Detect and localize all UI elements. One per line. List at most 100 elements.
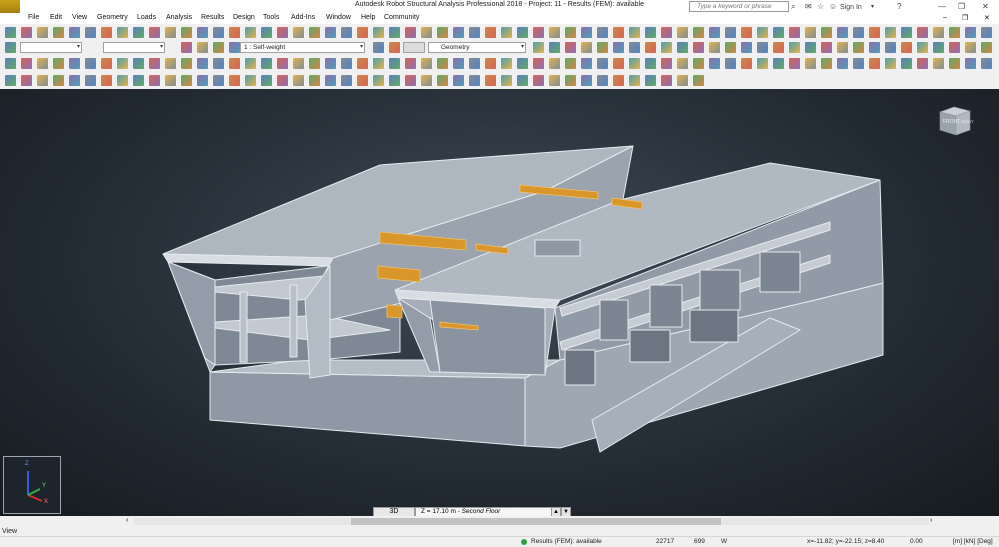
- scroll-left-icon[interactable]: ‹: [126, 517, 128, 524]
- close-icon[interactable]: ✕: [982, 1, 989, 12]
- structure-tool-icon-12[interactable]: [197, 58, 208, 69]
- selection-tool-icon-9[interactable]: [565, 42, 576, 53]
- model-tool-icon-40[interactable]: [645, 75, 656, 86]
- structure-tool-icon-5[interactable]: [85, 58, 96, 69]
- level-indicator[interactable]: Z = 17.10 m - Second Floor: [415, 507, 563, 516]
- mdi-minimize-icon[interactable]: –: [943, 14, 947, 21]
- mdi-restore-icon[interactable]: ❐: [962, 14, 968, 22]
- model-tool-icon-17[interactable]: [277, 75, 288, 86]
- model-tool-icon-39[interactable]: [629, 75, 640, 86]
- selection-tool-icon-10[interactable]: [581, 42, 592, 53]
- standard-tool-icon-59[interactable]: [949, 27, 960, 38]
- model-tool-icon-26[interactable]: [421, 75, 432, 86]
- standard-tool-icon-7[interactable]: [117, 27, 128, 38]
- structure-tool-icon-0[interactable]: [5, 58, 16, 69]
- standard-tool-icon-46[interactable]: [741, 27, 752, 38]
- standard-tool-icon-10[interactable]: [165, 27, 176, 38]
- model-tool-icon-31[interactable]: [501, 75, 512, 86]
- model-tool-icon-24[interactable]: [389, 75, 400, 86]
- structure-tool-icon-2[interactable]: [37, 58, 48, 69]
- structure-tool-icon-37[interactable]: [597, 58, 608, 69]
- selection-tool-icon-28[interactable]: [869, 42, 880, 53]
- model-tool-icon-41[interactable]: [661, 75, 672, 86]
- structure-tool-icon-23[interactable]: [373, 58, 384, 69]
- standard-tool-icon-49[interactable]: [789, 27, 800, 38]
- standard-tool-icon-48[interactable]: [773, 27, 784, 38]
- structure-tool-icon-60[interactable]: [965, 58, 976, 69]
- structure-tool-icon-44[interactable]: [709, 58, 720, 69]
- selection-tool-icon-21[interactable]: [757, 42, 768, 53]
- selection-tool-icon-12[interactable]: [613, 42, 624, 53]
- structure-tool-icon-14[interactable]: [229, 58, 240, 69]
- help-search-input[interactable]: Type a keyword or phrase: [689, 1, 789, 12]
- view-cube[interactable]: FRONT RIGHT: [938, 103, 973, 137]
- model-tool-icon-42[interactable]: [677, 75, 688, 86]
- structure-tool-icon-28[interactable]: [453, 58, 464, 69]
- structure-tool-icon-25[interactable]: [405, 58, 416, 69]
- search-icon[interactable]: ⌕: [791, 1, 795, 12]
- structure-tool-icon-18[interactable]: [293, 58, 304, 69]
- menu-help[interactable]: Help: [361, 14, 375, 21]
- standard-tool-icon-53[interactable]: [853, 27, 864, 38]
- menu-community[interactable]: Community: [384, 14, 419, 21]
- model-tool-icon-43[interactable]: [693, 75, 704, 86]
- standard-tool-icon-41[interactable]: [661, 27, 672, 38]
- structure-tool-icon-10[interactable]: [165, 58, 176, 69]
- structure-tool-icon-8[interactable]: [133, 58, 144, 69]
- standard-tool-icon-54[interactable]: [869, 27, 880, 38]
- structure-tool-icon-19[interactable]: [309, 58, 320, 69]
- structure-tool-icon-47[interactable]: [757, 58, 768, 69]
- menu-loads[interactable]: Loads: [137, 14, 156, 21]
- standard-tool-icon-58[interactable]: [933, 27, 944, 38]
- structure-tool-icon-49[interactable]: [789, 58, 800, 69]
- model-tool-icon-34[interactable]: [549, 75, 560, 86]
- minimize-icon[interactable]: —: [938, 1, 946, 12]
- selection-tool-icon-2[interactable]: [197, 42, 208, 53]
- structure-tool-icon-27[interactable]: [437, 58, 448, 69]
- standard-tool-icon-42[interactable]: [677, 27, 688, 38]
- level-down-button[interactable]: ▲: [551, 507, 561, 516]
- communication-center-icon[interactable]: ✉: [805, 1, 812, 12]
- menu-add-ins[interactable]: Add-Ins: [291, 14, 315, 21]
- model-tool-icon-0[interactable]: [5, 75, 16, 86]
- model-tool-icon-35[interactable]: [565, 75, 576, 86]
- structure-tool-icon-50[interactable]: [805, 58, 816, 69]
- selection-tool-icon-4[interactable]: [229, 42, 240, 53]
- structure-tool-icon-30[interactable]: [485, 58, 496, 69]
- standard-tool-icon-22[interactable]: [357, 27, 368, 38]
- model-tool-icon-28[interactable]: [453, 75, 464, 86]
- selection-tool-icon-5[interactable]: [373, 42, 384, 53]
- menu-design[interactable]: Design: [233, 14, 255, 21]
- standard-tool-icon-2[interactable]: [37, 27, 48, 38]
- structure-tool-icon-9[interactable]: [149, 58, 160, 69]
- structure-tool-icon-57[interactable]: [917, 58, 928, 69]
- structure-tool-icon-3[interactable]: [53, 58, 64, 69]
- standard-tool-icon-61[interactable]: [981, 27, 992, 38]
- structure-tool-icon-17[interactable]: [277, 58, 288, 69]
- structure-tool-icon-1[interactable]: [21, 58, 32, 69]
- standard-tool-icon-51[interactable]: [821, 27, 832, 38]
- selection-tool-icon-1[interactable]: [181, 42, 192, 53]
- standard-tool-icon-19[interactable]: [309, 27, 320, 38]
- restore-icon[interactable]: ❐: [958, 1, 965, 12]
- standard-tool-icon-20[interactable]: [325, 27, 336, 38]
- menu-tools[interactable]: Tools: [263, 14, 279, 21]
- structure-tool-icon-56[interactable]: [901, 58, 912, 69]
- standard-tool-icon-16[interactable]: [261, 27, 272, 38]
- standard-tool-icon-43[interactable]: [693, 27, 704, 38]
- model-tool-icon-8[interactable]: [133, 75, 144, 86]
- standard-tool-icon-28[interactable]: [453, 27, 464, 38]
- standard-tool-icon-39[interactable]: [629, 27, 640, 38]
- model-tool-icon-9[interactable]: [149, 75, 160, 86]
- structure-tool-icon-6[interactable]: [101, 58, 112, 69]
- model-tool-icon-3[interactable]: [53, 75, 64, 86]
- standard-tool-icon-52[interactable]: [837, 27, 848, 38]
- standard-tool-icon-12[interactable]: [197, 27, 208, 38]
- selection-tool-icon-15[interactable]: [661, 42, 672, 53]
- selection-tool-icon-33[interactable]: [949, 42, 960, 53]
- structure-tool-icon-34[interactable]: [549, 58, 560, 69]
- model-tool-icon-30[interactable]: [485, 75, 496, 86]
- standard-tool-icon-26[interactable]: [421, 27, 432, 38]
- standard-tool-icon-36[interactable]: [581, 27, 592, 38]
- selection-tool-icon-29[interactable]: [885, 42, 896, 53]
